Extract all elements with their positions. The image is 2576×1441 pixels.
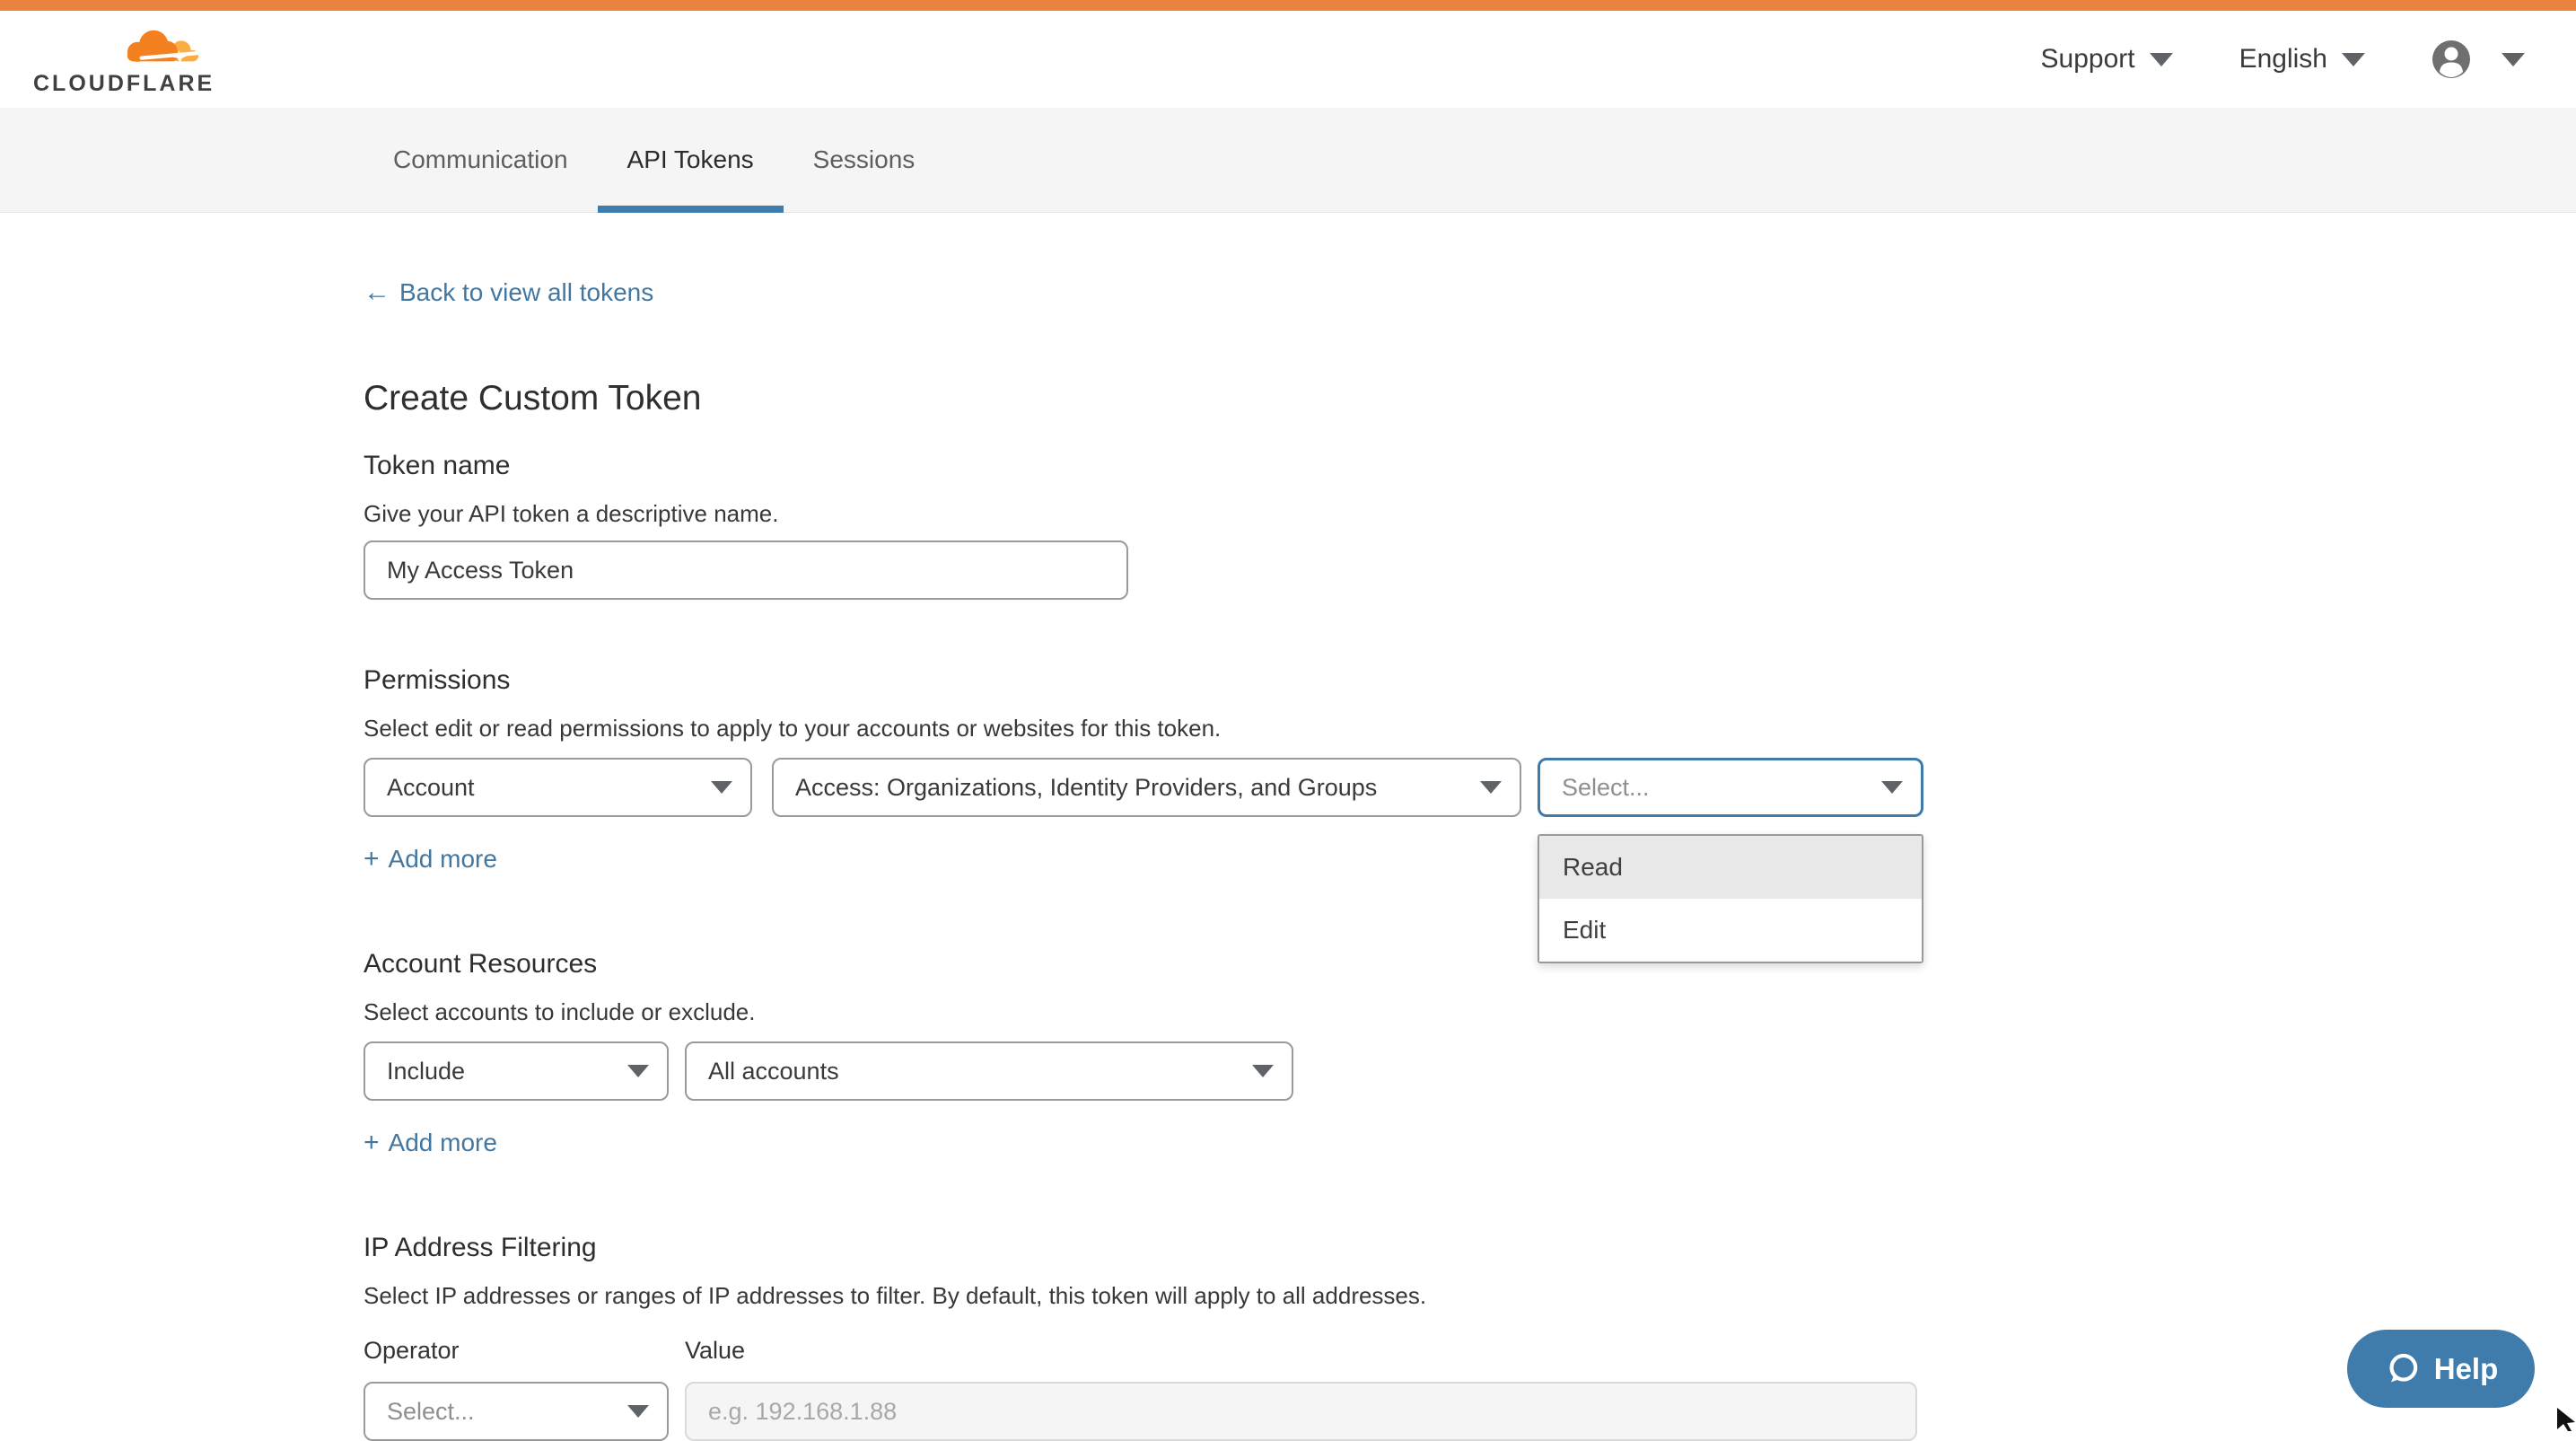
ip-filtering-heading: IP Address Filtering: [364, 1232, 2576, 1264]
select-value: Account: [387, 774, 475, 802]
help-button-label: Help: [2434, 1352, 2499, 1386]
chevron-down-icon: [627, 1065, 649, 1077]
ip-filtering-labels: Operator Value: [364, 1337, 2576, 1365]
cloudflare-wordmark: CLOUDFLARE: [33, 72, 213, 95]
permission-resource-select[interactable]: Access: Organizations, Identity Provider…: [772, 758, 1521, 817]
menu-option-edit[interactable]: Edit: [1539, 899, 1922, 962]
permissions-description: Select edit or read permissions to apply…: [364, 715, 2576, 742]
menu-option-read[interactable]: Read: [1539, 836, 1922, 899]
menu-option-label: Edit: [1563, 916, 1606, 945]
user-avatar-icon: [2431, 40, 2471, 79]
chevron-down-icon: [711, 781, 732, 794]
permission-scope-select[interactable]: Account: [364, 758, 752, 817]
select-value: Include: [387, 1058, 465, 1085]
account-menu[interactable]: [2431, 40, 2525, 79]
permissions-row: Account Access: Organizations, Identity …: [364, 758, 2576, 817]
header: CLOUDFLARE Support English: [0, 11, 2576, 108]
resource-scope-select[interactable]: All accounts: [685, 1041, 1293, 1101]
permission-level-menu: Read Edit: [1538, 834, 1923, 963]
menu-option-label: Read: [1563, 853, 1623, 882]
chevron-down-icon: [1480, 781, 1502, 794]
tab-label: Communication: [393, 145, 568, 174]
active-tab-underline: [598, 206, 784, 213]
help-chat-icon: [2384, 1350, 2422, 1388]
plus-icon: +: [364, 1128, 380, 1158]
back-link-label: Back to view all tokens: [399, 277, 653, 308]
ip-operator-select[interactable]: Select...: [364, 1382, 669, 1441]
mouse-cursor: [2556, 1408, 2576, 1431]
ip-value-input[interactable]: [685, 1382, 1917, 1441]
account-resources-heading: Account Resources: [364, 948, 2576, 980]
top-accent-bar: [0, 0, 2576, 11]
account-resources-add-more-link[interactable]: + Add more: [364, 1128, 497, 1158]
select-placeholder: Select...: [1562, 774, 1650, 802]
account-resources-description: Select accounts to include or exclude.: [364, 998, 2576, 1025]
support-menu[interactable]: Support: [2041, 44, 2173, 75]
select-placeholder: Select...: [387, 1398, 475, 1426]
tab-sessions[interactable]: Sessions: [784, 108, 945, 212]
page-title: Create Custom Token: [364, 378, 2576, 419]
language-menu-label: English: [2239, 44, 2327, 75]
select-value: Access: Organizations, Identity Provider…: [795, 774, 1377, 802]
chevron-down-icon: [1252, 1065, 1274, 1077]
account-resources-row: Include All accounts: [364, 1041, 2576, 1101]
language-menu[interactable]: English: [2239, 44, 2365, 75]
back-to-tokens-link[interactable]: ← Back to view all tokens: [364, 277, 653, 308]
ip-filtering-row: Select...: [364, 1382, 2576, 1441]
help-button[interactable]: Help: [2347, 1330, 2535, 1408]
operator-label: Operator: [364, 1337, 685, 1365]
tab-communication[interactable]: Communication: [364, 108, 598, 212]
profile-tab-bar: Communication API Tokens Sessions: [0, 108, 2576, 213]
chevron-down-icon: [2150, 53, 2173, 66]
chevron-down-icon: [627, 1405, 649, 1418]
tab-label: Sessions: [813, 145, 916, 174]
permission-level-wrap: Select... Read Edit: [1538, 758, 1923, 817]
select-value: All accounts: [708, 1058, 839, 1085]
main-content: ← Back to view all tokens Create Custom …: [0, 213, 2576, 1441]
chevron-down-icon: [1881, 781, 1903, 794]
cloudflare-cloud-icon: [116, 24, 202, 71]
cloudflare-logo[interactable]: CLOUDFLARE: [33, 24, 213, 95]
left-arrow-icon: ←: [364, 277, 390, 308]
tab-label: API Tokens: [627, 145, 754, 174]
resource-mode-select[interactable]: Include: [364, 1041, 669, 1101]
support-menu-label: Support: [2041, 44, 2135, 75]
ip-filtering-description: Select IP addresses or ranges of IP addr…: [364, 1282, 2576, 1309]
plus-icon: +: [364, 844, 380, 874]
add-more-label: Add more: [389, 845, 497, 874]
value-label: Value: [685, 1337, 745, 1365]
tab-api-tokens[interactable]: API Tokens: [598, 108, 784, 212]
permission-level-select[interactable]: Select...: [1538, 758, 1923, 817]
add-more-label: Add more: [389, 1129, 497, 1157]
permissions-heading: Permissions: [364, 664, 2576, 697]
token-name-description: Give your API token a descriptive name.: [364, 500, 2576, 527]
chevron-down-icon: [2342, 53, 2365, 66]
permissions-add-more-link[interactable]: + Add more: [364, 844, 497, 874]
chevron-down-icon: [2502, 53, 2525, 66]
token-name-heading: Token name: [364, 450, 2576, 482]
token-name-input[interactable]: [364, 540, 1128, 600]
